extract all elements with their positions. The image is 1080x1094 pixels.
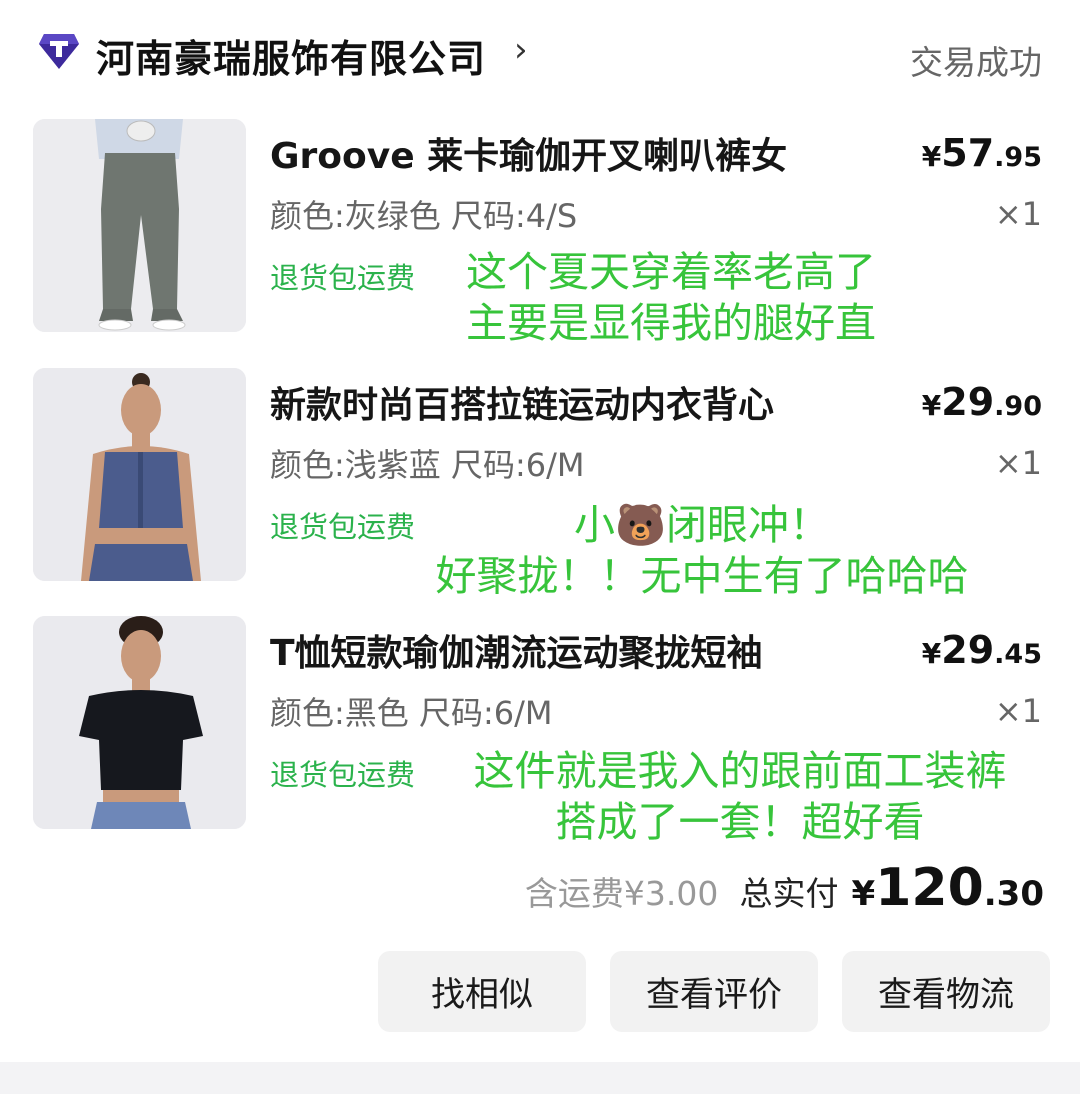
shipping-fee: 含运费¥3.00 bbox=[524, 874, 719, 913]
price-integer: 57 bbox=[941, 131, 995, 175]
product-price: ¥29.45 bbox=[922, 628, 1042, 672]
product-image-crop-tee[interactable] bbox=[33, 616, 246, 829]
order-item[interactable]: Groove 莱卡瑜伽开叉喇叭裤女 ¥57.95 颜色:灰绿色 尺码:4/S ×… bbox=[0, 119, 1080, 347]
product-price: ¥29.90 bbox=[922, 380, 1042, 424]
order-header: 河南豪瑞服饰有限公司 › 交易成功 bbox=[0, 0, 1080, 110]
note-line: 这件就是我入的跟前面工装裤 bbox=[473, 747, 1007, 795]
order-item[interactable]: 新款时尚百搭拉链运动内衣背心 ¥29.90 颜色:浅紫蓝 尺码:6/M ×1 退… bbox=[0, 368, 1080, 600]
product-quantity: ×1 bbox=[994, 195, 1042, 233]
product-spec: 颜色:灰绿色 尺码:4/S bbox=[270, 197, 578, 235]
price-currency: ¥ bbox=[921, 637, 942, 670]
price-decimal: .95 bbox=[994, 142, 1042, 173]
shop-name[interactable]: 河南豪瑞服饰有限公司 bbox=[96, 28, 486, 83]
return-shipping-tag: 退货包运费 bbox=[270, 261, 416, 295]
order-status: 交易成功 bbox=[910, 43, 1042, 82]
product-image-pants[interactable] bbox=[33, 119, 246, 332]
product-title[interactable]: 新款时尚百搭拉链运动内衣背心 bbox=[270, 376, 774, 428]
note-line: 小🐻闭眼冲！ bbox=[573, 501, 831, 549]
product-image-sports-bra[interactable] bbox=[33, 368, 246, 581]
price-integer: 29 bbox=[941, 628, 995, 672]
handwritten-note: 这件就是我入的跟前面工装裤 搭成了一套！超好看 bbox=[440, 746, 1040, 848]
shop-logo-icon bbox=[39, 34, 79, 69]
price-currency: ¥ bbox=[921, 140, 942, 173]
product-quantity: ×1 bbox=[994, 444, 1042, 482]
product-price: ¥57.95 bbox=[922, 131, 1042, 175]
note-line: 搭成了一套！超好看 bbox=[555, 798, 925, 846]
total-decimal: .30 bbox=[983, 874, 1044, 914]
price-currency: ¥ bbox=[921, 389, 942, 422]
order-item[interactable]: T恤短款瑜伽潮流运动聚拢短袖 ¥29.45 颜色:黑色 尺码:6/M ×1 退货… bbox=[0, 616, 1080, 846]
total-integer: 120 bbox=[875, 858, 984, 918]
order-summary: 含运费¥3.00 总实付 ¥120.30 bbox=[525, 858, 1044, 918]
note-line: 好聚拢！！无中生有了哈哈哈 bbox=[435, 552, 969, 600]
handwritten-note: 小🐻闭眼冲！ 好聚拢！！无中生有了哈哈哈 bbox=[390, 500, 1014, 602]
total-paid-amount: ¥120.30 bbox=[852, 858, 1044, 918]
product-quantity: ×1 bbox=[994, 692, 1042, 730]
find-similar-button[interactable]: 找相似 bbox=[378, 951, 586, 1032]
price-decimal: .90 bbox=[994, 391, 1042, 422]
total-paid-label: 总实付 bbox=[739, 874, 839, 913]
product-title[interactable]: Groove 莱卡瑜伽开叉喇叭裤女 bbox=[270, 127, 787, 179]
product-spec: 颜色:浅紫蓝 尺码:6/M bbox=[270, 446, 585, 484]
price-integer: 29 bbox=[941, 380, 995, 424]
price-decimal: .45 bbox=[994, 639, 1042, 670]
view-reviews-button[interactable]: 查看评价 bbox=[610, 951, 818, 1032]
bottom-divider bbox=[0, 1062, 1080, 1094]
chevron-right-icon[interactable]: › bbox=[514, 30, 528, 70]
total-currency: ¥ bbox=[851, 874, 876, 914]
note-line: 主要是显得我的腿好直 bbox=[466, 299, 876, 347]
return-shipping-tag: 退货包运费 bbox=[270, 758, 416, 792]
note-line: 这个夏天穿着率老高了 bbox=[466, 248, 876, 296]
product-title[interactable]: T恤短款瑜伽潮流运动聚拢短袖 bbox=[270, 624, 763, 676]
handwritten-note: 这个夏天穿着率老高了 主要是显得我的腿好直 bbox=[466, 247, 876, 349]
product-spec: 颜色:黑色 尺码:6/M bbox=[270, 694, 553, 732]
view-logistics-button[interactable]: 查看物流 bbox=[842, 951, 1050, 1032]
